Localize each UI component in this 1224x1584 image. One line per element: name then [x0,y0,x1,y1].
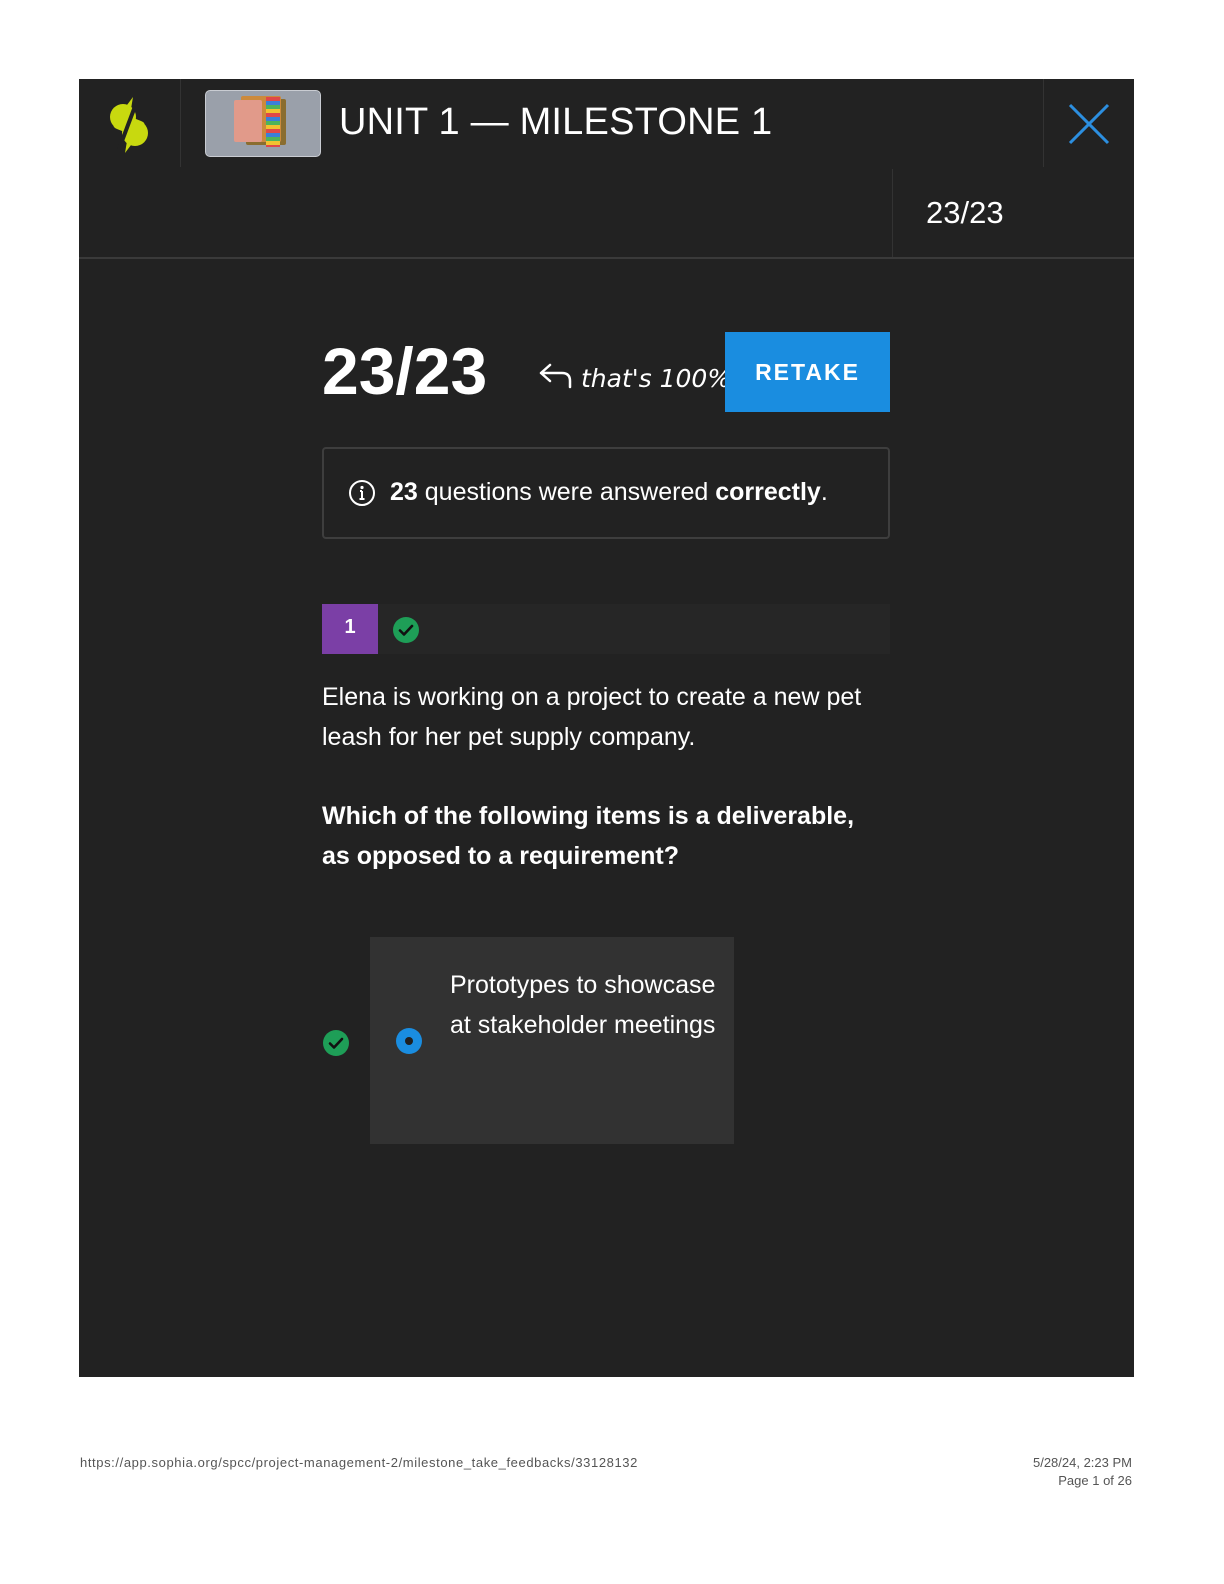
result-score: 23/23 [322,334,488,408]
answer-option[interactable]: Prototypes to showcase at stakeholder me… [370,937,734,1144]
question-number[interactable]: 1 [322,604,378,654]
close-button[interactable] [1043,79,1135,167]
print-footer-datetime: 5/28/24, 2:23 PM [1032,1455,1132,1470]
info-count: 23 [390,478,418,506]
question-body: Elena is working on a project to create … [322,683,862,751]
answer-correct-check-icon [323,1030,349,1056]
question-prompt: Which of the following items is a delive… [322,802,855,870]
header-divider [79,257,1134,259]
header-score: 23/23 [926,195,1004,230]
score-note: that's 100% [581,364,732,393]
info-text-end: . [820,478,828,506]
close-icon[interactable] [1068,103,1110,145]
milestone-feedback-window: UNIT 1 — MILESTONE 1 23/23 23/23 that's … [79,79,1134,1377]
sophia-logo-icon[interactable] [107,95,151,155]
info-text-bold: correctly [715,478,821,506]
info-text-middle: questions were answered [417,478,716,506]
logo-cell [79,79,181,167]
answer-radio[interactable] [396,1028,422,1054]
print-footer-page: Page 1 of 26 [1058,1473,1132,1488]
return-arrow-icon [539,363,572,389]
info-box: 23 questions were answered correctly. [322,447,890,539]
correct-check-icon [393,617,419,643]
retake-button[interactable]: RETAKE [725,332,890,412]
header-score-cell: 23/23 [892,169,1135,257]
unit-title: UNIT 1 — MILESTONE 1 [339,101,773,143]
answer-text: Prototypes to showcase at stakeholder me… [450,971,716,1039]
info-icon [349,480,375,506]
print-footer-url: https://app.sophia.org/spcc/project-mana… [80,1455,638,1470]
course-thumbnail [205,90,321,157]
info-message: 23 questions were answered correctly. [390,475,828,509]
question-header[interactable]: 1 [322,604,890,654]
